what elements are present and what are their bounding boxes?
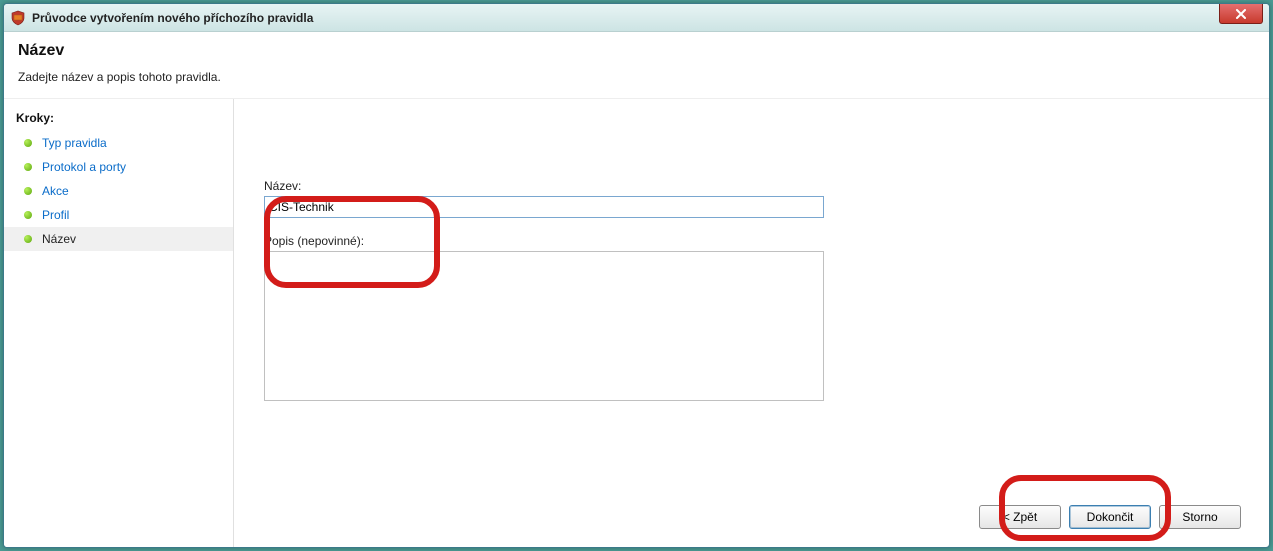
cancel-button[interactable]: Storno bbox=[1159, 505, 1241, 529]
step-item-protocol-ports[interactable]: Protokol a porty bbox=[4, 155, 233, 179]
titlebar: Průvodce vytvořením nového příchozího pr… bbox=[4, 4, 1269, 32]
page-subtitle: Zadejte název a popis tohoto pravidla. bbox=[18, 70, 1255, 84]
name-field-group: Název: bbox=[264, 179, 824, 218]
step-item-action[interactable]: Akce bbox=[4, 179, 233, 203]
steps-sidebar: Kroky: Typ pravidla Protokol a porty Akc… bbox=[4, 99, 234, 547]
description-field-group: Popis (nepovinné): bbox=[264, 234, 824, 404]
step-label: Protokol a porty bbox=[42, 160, 126, 174]
bullet-icon bbox=[24, 211, 32, 219]
step-label: Typ pravidla bbox=[42, 136, 107, 150]
content-pane: Název: Popis (nepovinné): < Zpět Dokonči… bbox=[234, 99, 1269, 547]
dialog-window: Průvodce vytvořením nového příchozího pr… bbox=[3, 3, 1270, 548]
name-label: Název: bbox=[264, 179, 824, 193]
button-row: < Zpět Dokončit Storno bbox=[979, 505, 1241, 529]
finish-button[interactable]: Dokončit bbox=[1069, 505, 1151, 529]
page-title: Název bbox=[18, 42, 1255, 60]
description-input[interactable] bbox=[264, 251, 824, 401]
header-pane: Název Zadejte název a popis tohoto pravi… bbox=[4, 32, 1269, 99]
description-label: Popis (nepovinné): bbox=[264, 234, 824, 248]
bullet-icon bbox=[24, 139, 32, 147]
step-label: Akce bbox=[42, 184, 69, 198]
step-item-rule-type[interactable]: Typ pravidla bbox=[4, 131, 233, 155]
name-input[interactable] bbox=[264, 196, 824, 218]
step-label: Profil bbox=[42, 208, 69, 222]
close-button[interactable] bbox=[1219, 4, 1263, 24]
firewall-icon bbox=[10, 10, 26, 26]
bullet-icon bbox=[24, 163, 32, 171]
body-pane: Kroky: Typ pravidla Protokol a porty Akc… bbox=[4, 99, 1269, 547]
window-title: Průvodce vytvořením nového příchozího pr… bbox=[32, 11, 313, 25]
step-item-name[interactable]: Název bbox=[4, 227, 233, 251]
bullet-icon bbox=[24, 187, 32, 195]
steps-heading: Kroky: bbox=[4, 107, 233, 131]
step-item-profile[interactable]: Profil bbox=[4, 203, 233, 227]
bullet-icon bbox=[24, 235, 32, 243]
close-icon bbox=[1235, 9, 1247, 19]
back-button[interactable]: < Zpět bbox=[979, 505, 1061, 529]
step-label: Název bbox=[42, 232, 76, 246]
